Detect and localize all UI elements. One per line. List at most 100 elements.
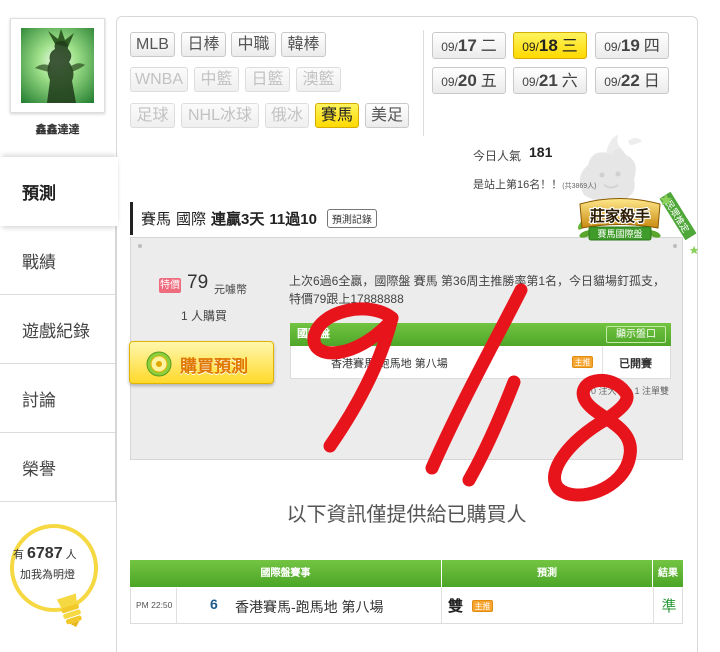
buy-prediction-button[interactable]: 購買預測: [129, 341, 274, 384]
date-day: 22: [620, 71, 640, 90]
date-button[interactable]: 09/19 四: [595, 32, 669, 59]
date-button[interactable]: 09/18 三: [513, 32, 587, 59]
header-sport: 賽馬: [141, 211, 172, 228]
event-name: 香港賽馬-跑馬地 第八場: [235, 599, 384, 615]
rank-text: 是站上第16名！！: [473, 179, 563, 191]
price-tag: 特價: [159, 278, 181, 293]
avatar-image: [21, 28, 94, 103]
date-weekday: 六: [561, 73, 578, 90]
nav-item-label: 榮譽: [22, 459, 56, 479]
nav-item-label: 預測: [22, 184, 56, 203]
divider: [423, 30, 424, 136]
bet-count-note: 0 注大小，1 注單雙: [591, 386, 670, 396]
sport-nbl[interactable]: 澳籃: [296, 67, 341, 92]
date-button[interactable]: 09/17 二: [432, 32, 506, 59]
sport-soccer[interactable]: 足球: [130, 103, 175, 128]
preview-table-header: 國際盤 顯示盤口: [290, 323, 671, 346]
main-pick-badge: 主推: [572, 356, 593, 368]
prediction-header: 賽馬 國際 連贏3天 11過10 預測記錄: [130, 202, 580, 235]
column-header-prediction: 預測: [442, 560, 652, 587]
divider: [602, 346, 603, 378]
date-month: 09/: [441, 40, 458, 54]
nav-item-label: 遊戲紀錄: [22, 321, 90, 341]
nav-item-honors[interactable]: 榮譽: [0, 433, 116, 502]
header-market: 國際: [176, 211, 207, 228]
date-month: 09/: [522, 75, 539, 89]
table-row: PM 22:50 6 香港賽馬-跑馬地 第八場 雙 主推 準: [130, 588, 683, 624]
date-button[interactable]: 09/21 六: [513, 67, 587, 94]
price-value: 79: [187, 272, 209, 293]
coin-icon: [146, 351, 172, 377]
date-weekday: 日: [643, 73, 660, 90]
popularity-label: 今日人氣: [473, 149, 522, 163]
prediction-pick: 雙: [448, 598, 464, 615]
sport-npb[interactable]: 日棒: [181, 32, 226, 57]
event-time: PM 22:50: [136, 600, 173, 610]
column-header-event: 國際盤賽事: [130, 560, 441, 587]
fans-number: 6787: [27, 545, 63, 562]
popularity-value: 181: [529, 144, 553, 160]
prediction-preview-table: 國際盤 顯示盤口 香港賽馬-跑馬地 第八場 主推 已開賽: [290, 323, 671, 379]
date-day: 18: [538, 36, 558, 55]
date-month: 09/: [441, 75, 458, 89]
prediction-record-button[interactable]: 預測記錄: [326, 209, 377, 228]
sport-mlb[interactable]: MLB: [130, 32, 175, 57]
badge-title: 莊家殺手: [590, 207, 650, 225]
sport-kbo[interactable]: 韓棒: [281, 32, 326, 57]
price-currency: 元噱幣: [214, 284, 247, 296]
avatar[interactable]: [10, 18, 105, 113]
nav-item-label: 討論: [22, 390, 56, 410]
bookmaker-killer-badge: 莊家殺手 賽馬國際盤 民眾推定: [577, 190, 699, 254]
date-weekday: 四: [643, 38, 660, 55]
buyers-only-notice: 以下資訊僅提供給已購買人: [286, 504, 527, 526]
date-month: 09/: [522, 40, 539, 54]
result-value: 準: [661, 598, 677, 615]
fans-suffix: 人: [65, 549, 77, 561]
date-day: 17: [457, 36, 477, 55]
date-button[interactable]: 09/22 日: [595, 67, 669, 94]
sport-wnba[interactable]: WNBA: [130, 67, 188, 92]
table-row: 香港賽馬-跑馬地 第八場 主推 已開賽: [290, 346, 671, 379]
sport-khl[interactable]: 俄冰: [265, 103, 309, 128]
sport-nhl[interactable]: NHL冰球: [181, 103, 259, 128]
sport-cpbl[interactable]: 中職: [231, 32, 276, 57]
date-day: 21: [538, 71, 558, 90]
date-weekday: 三: [561, 38, 578, 55]
header-streak: 連贏3天: [211, 211, 265, 228]
divider: [176, 588, 177, 623]
date-month: 09/: [604, 40, 621, 54]
buyer-count: 1 人購買: [181, 309, 228, 323]
badge-subtitle: 賽馬國際盤: [597, 228, 642, 239]
corner-pin: [138, 244, 142, 248]
date-weekday: 五: [480, 73, 497, 90]
results-table: 國際盤賽事 預測 結果 PM 22:50 6 香港賽馬-跑馬地 第八場 雙 主推…: [130, 560, 683, 624]
date-day: 20: [457, 71, 477, 90]
divider: [441, 588, 442, 623]
show-odds-button[interactable]: 顯示盤口: [606, 326, 666, 343]
username[interactable]: 鑫鑫達達: [0, 121, 115, 137]
preview-game: 香港賽馬-跑馬地 第八場: [331, 358, 448, 370]
nav-item-game-history[interactable]: 遊戲紀錄: [0, 295, 116, 364]
game-status: 已開賽: [619, 358, 652, 370]
purchase-panel: 特價 79 元噱幣 1 人購買 購買預測 上次6過6全贏，國際盤 賽馬 第36周…: [129, 237, 683, 460]
sport-horse-racing[interactable]: 賽馬: [315, 103, 359, 128]
header-record: 11過10: [269, 211, 317, 228]
date-weekday: 二: [480, 38, 497, 55]
sport-jbl[interactable]: 日籃: [245, 67, 290, 92]
date-button[interactable]: 09/20 五: [432, 67, 506, 94]
main-pick-badge: 主推: [472, 600, 493, 612]
date-day: 19: [620, 36, 640, 55]
nav-item-predictions[interactable]: 預測: [0, 157, 118, 226]
nav-item-label: 戰績: [22, 252, 56, 272]
fans-count[interactable]: 有 6787 人: [13, 545, 77, 563]
sport-nfl[interactable]: 美足: [365, 103, 409, 128]
nav-item-record[interactable]: 戰績: [0, 226, 116, 295]
follow-cta[interactable]: 加我為明燈: [20, 566, 75, 582]
buy-button-label: 購買預測: [180, 357, 248, 376]
event-number: 6: [210, 596, 218, 612]
column-header-result: 結果: [653, 560, 683, 587]
nav-item-discussion[interactable]: 討論: [0, 364, 116, 433]
sport-cba[interactable]: 中籃: [194, 67, 239, 92]
preview-header-label: 國際盤: [297, 328, 330, 340]
date-month: 09/: [604, 75, 621, 89]
